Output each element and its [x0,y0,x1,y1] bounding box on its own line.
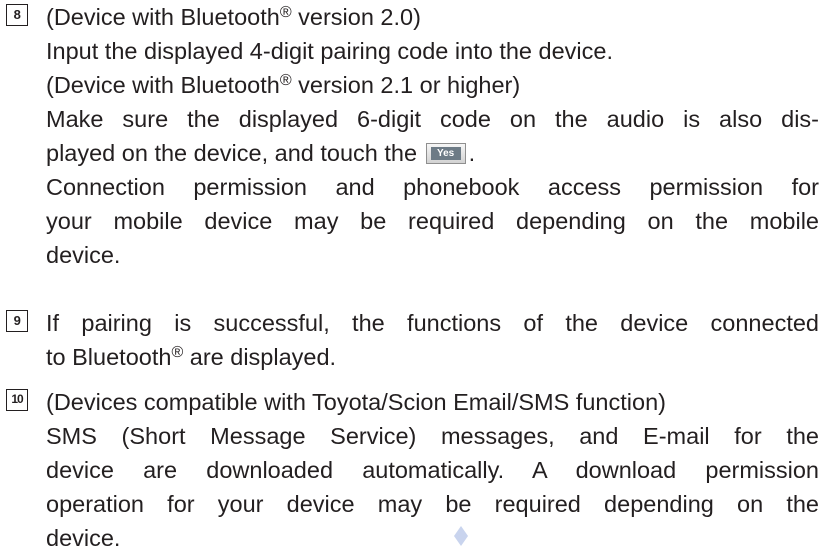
step-8-line-4: Make sure the displayed 6-digit code on … [46,106,819,132]
text-segment: (Device with Bluetooth [46,4,280,30]
registered-mark: ® [279,4,292,21]
step-10-line-3: device are downloaded automatically. A d… [46,457,819,483]
text-segment: are displayed. [183,344,337,370]
step-9-line-2: to Bluetooth® are displayed. [46,340,819,374]
step-8-line-3: (Device with Bluetooth® version 2.1 or h… [46,68,819,102]
text-segment: played on the device, and touch the [46,140,418,166]
step-10-line-5: device. [46,525,121,551]
text-segment: . [468,140,476,166]
step-9-text: If pairing is successful, the functions … [46,306,819,374]
step-number-badge: 8 [6,4,28,26]
page-marker-icon [454,526,468,546]
yes-button-icon: Yes [425,143,466,164]
text-segment: version 2.0) [291,4,421,30]
manual-page: 8 (Device with Bluetooth® version 2.0) I… [0,0,829,555]
step-10-line-2: SMS (Short Message Service) messages, an… [46,423,819,449]
step-number-badge: 9 [6,310,28,332]
registered-mark: ® [171,344,184,361]
step-8-line-7: your mobile device may be required depen… [46,208,819,234]
yes-button-label: Yes [430,147,461,160]
text-segment: version 2.1 or higher) [291,72,521,98]
text-segment: to Bluetooth [46,344,172,370]
step-number-badge: 10 [6,389,28,411]
step-8-line-1: (Device with Bluetooth® version 2.0) [46,0,819,34]
step-10-text: (Devices compatible with Toyota/Scion Em… [46,385,819,555]
step-8-line-6: Connection permission and phonebook acce… [46,174,819,200]
step-8-line-5: played on the device, and touch the Yes. [46,136,819,170]
text-segment: (Device with Bluetooth [46,72,280,98]
registered-mark: ® [279,72,292,89]
step-10-line-1: (Devices compatible with Toyota/Scion Em… [46,389,666,415]
step-8-text: (Device with Bluetooth® version 2.0) Inp… [46,0,819,272]
step-8-line-8: device. [46,242,121,268]
step-8-line-2: Input the displayed 4-digit pairing code… [46,38,613,64]
step-9-line-1: If pairing is successful, the functions … [46,310,819,336]
step-10-line-4: operation for your device may be require… [46,491,819,517]
